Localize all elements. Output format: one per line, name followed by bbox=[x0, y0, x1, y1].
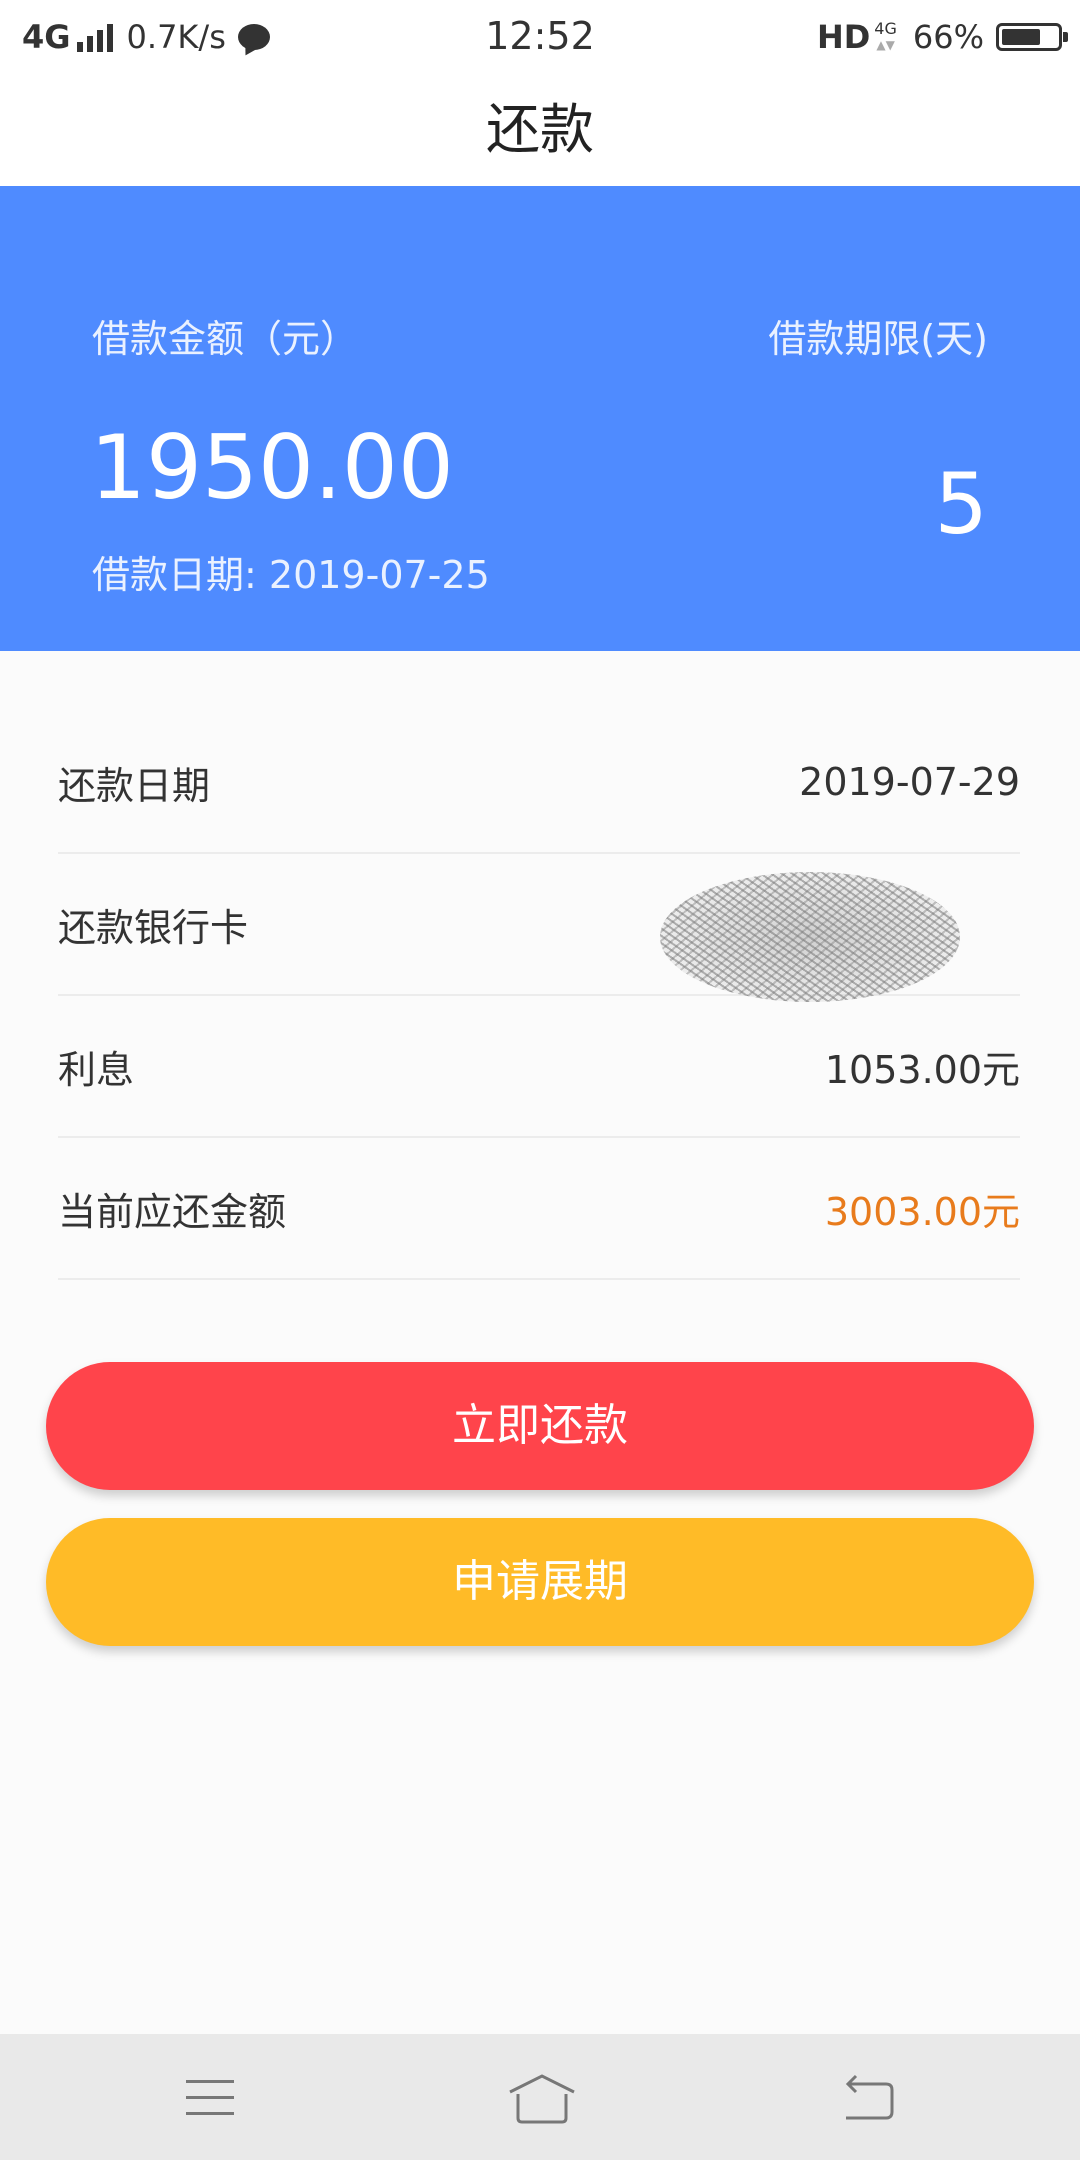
interest-label: 利息 bbox=[58, 1047, 135, 1092]
repay-now-button[interactable]: 立即还款 bbox=[46, 1362, 1034, 1490]
back-icon[interactable] bbox=[838, 2070, 898, 2126]
loan-date-value: 2019-07-25 bbox=[268, 553, 490, 597]
page-title: 还款 bbox=[0, 74, 1080, 186]
loan-amount-value: 1950.00 bbox=[90, 416, 454, 519]
redacted-bank-card bbox=[660, 872, 960, 1002]
bank-card-label: 还款银行卡 bbox=[58, 905, 249, 950]
loan-amount-label: 借款金额（元） bbox=[92, 317, 359, 361]
status-right: HD 4G ▲▼ 66% bbox=[816, 14, 1068, 60]
menu-icon[interactable] bbox=[182, 2070, 242, 2126]
amount-due-row: 当前应还金额 3003.00元 bbox=[58, 1138, 1020, 1280]
system-nav-bar bbox=[0, 2034, 1080, 2160]
amount-due-label: 当前应还金额 bbox=[58, 1189, 287, 1234]
status-bar: 4G 0.7K/s 12:52 HD 4G ▲▼ 66% bbox=[0, 0, 1080, 74]
amount-due-value: 3003.00元 bbox=[824, 1189, 1020, 1234]
data-network-icon: 4G ▲▼ bbox=[874, 21, 897, 53]
battery-percent: 66% bbox=[912, 18, 984, 56]
repay-date-label: 还款日期 bbox=[58, 763, 211, 808]
interest-row: 利息 1053.00元 bbox=[58, 996, 1020, 1138]
data-network-type: 4G bbox=[874, 19, 897, 38]
loan-term-label: 借款期限(天) bbox=[768, 317, 988, 361]
loan-term-value: 5 bbox=[934, 455, 988, 553]
repay-date-row: 还款日期 2019-07-29 bbox=[58, 712, 1020, 854]
loan-summary-card: 借款金额（元） 借款期限(天) 1950.00 5 借款日期: 2019-07-… bbox=[0, 186, 1080, 651]
loan-date: 借款日期: 2019-07-25 bbox=[92, 544, 490, 599]
interest-value: 1053.00元 bbox=[824, 1047, 1020, 1092]
repayment-info-list: 还款日期 2019-07-29 还款银行卡 利息 1053.00元 当前应还金额… bbox=[58, 712, 1020, 1280]
hd-indicator: HD bbox=[816, 18, 871, 56]
data-arrows-icon: ▲▼ bbox=[876, 38, 895, 52]
apply-extension-button[interactable]: 申请展期 bbox=[46, 1518, 1034, 1646]
loan-date-label: 借款日期: bbox=[92, 553, 257, 597]
battery-icon bbox=[996, 23, 1068, 51]
repay-date-value: 2019-07-29 bbox=[799, 760, 1020, 804]
bank-card-row[interactable]: 还款银行卡 bbox=[58, 854, 1020, 1002]
home-icon[interactable] bbox=[506, 2070, 575, 2126]
